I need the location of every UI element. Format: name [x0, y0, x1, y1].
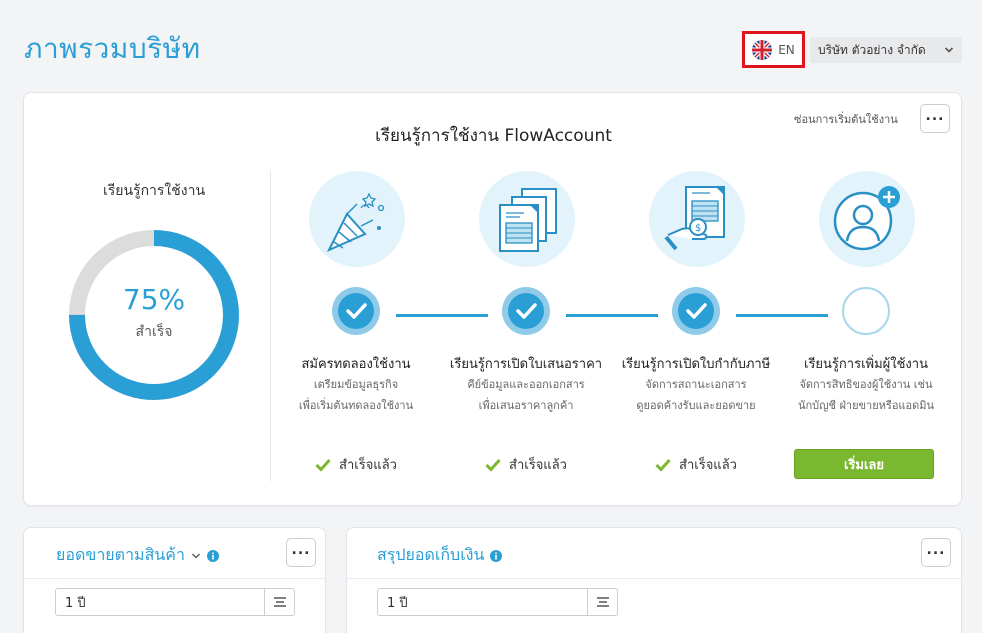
- range-select[interactable]: 1 ปี: [377, 588, 618, 616]
- collection-more-button[interactable]: ...: [921, 538, 951, 567]
- step-title: สมัครทดลองใช้งาน: [301, 357, 411, 372]
- range-select[interactable]: 1 ปี: [55, 588, 295, 616]
- documents-icon: [479, 171, 575, 267]
- step-description: เตรียมข้อมูลธุรกิจ เพื่อเริ่มต้นทดลองใช้ง…: [298, 378, 414, 412]
- step-connector: [736, 314, 828, 317]
- more-icon: ...: [291, 541, 311, 558]
- progress-sub-label: สำเร็จ: [135, 324, 173, 340]
- step-pending-icon: [842, 287, 890, 335]
- step-status: สำเร็จแล้ว: [611, 454, 781, 475]
- step-connector: [566, 314, 658, 317]
- step-complete-icon: [502, 287, 550, 335]
- divider: [24, 578, 325, 579]
- step-status: สำเร็จแล้ว: [441, 454, 611, 475]
- onboarding-card: ซ่อนการเริ่มต้นใช้งาน ... เรียนรู้การใช้…: [23, 92, 962, 506]
- page-title: ภาพรวมบริษัท: [24, 32, 201, 65]
- step-description: คีย์ข้อมูลและออกเอกสาร เพื่อเสนอราคาลูกค้…: [467, 378, 585, 412]
- onboarding-title: เรียนรู้การใช้งาน FlowAccount: [375, 126, 612, 146]
- step-title: เรียนรู้การเพิ่มผู้ใช้งาน: [804, 357, 928, 372]
- progress-heading: เรียนรู้การใช้งาน: [102, 183, 206, 199]
- divider: [270, 171, 271, 481]
- progress-percent: 75%: [122, 283, 186, 316]
- step-title: เรียนรู้การเปิดใบกำกับภาษี: [621, 357, 771, 372]
- info-icon[interactable]: [490, 549, 503, 562]
- step-title: เรียนรู้การเปิดใบเสนอราคา: [449, 357, 603, 372]
- language-switch-button[interactable]: EN: [742, 31, 805, 68]
- language-label: EN: [778, 42, 795, 57]
- sales-by-product-card: ยอดขายตามสินค้า ... 1 ปี: [23, 527, 326, 633]
- company-select[interactable]: บริษัท ตัวอย่าง จำกัด: [810, 37, 962, 63]
- check-icon: [315, 458, 331, 472]
- step-complete-icon: [672, 287, 720, 335]
- sales-more-button[interactable]: ...: [286, 538, 316, 567]
- menu-icon: [587, 589, 617, 615]
- step-complete-icon: [332, 287, 380, 335]
- uk-flag-icon: [752, 39, 773, 60]
- add-user-icon: [819, 171, 915, 267]
- collection-summary-title: สรุปยอดเก็บเงิน: [377, 543, 503, 568]
- check-icon: [655, 458, 671, 472]
- start-button[interactable]: เริ่มเลย: [794, 449, 934, 479]
- range-value: 1 ปี: [65, 595, 86, 611]
- info-icon[interactable]: [206, 549, 219, 562]
- company-name: บริษัท ตัวอย่าง จำกัด: [818, 42, 926, 57]
- more-icon: ...: [926, 541, 946, 558]
- check-icon: [485, 458, 501, 472]
- chevron-down-icon: [944, 47, 954, 53]
- step-description: จัดการสิทธิของผู้ใช้งาน เช่น นักบัญชี ฝ่า…: [797, 378, 935, 412]
- range-value: 1 ปี: [387, 595, 408, 611]
- chevron-down-icon: [191, 553, 200, 558]
- party-popper-icon: [309, 171, 405, 267]
- step-connector: [396, 314, 488, 317]
- divider: [347, 578, 961, 579]
- more-icon: ...: [925, 107, 945, 124]
- menu-icon: [264, 589, 294, 615]
- invoice-payment-icon: $: [649, 171, 745, 267]
- svg-text:$: $: [695, 223, 701, 234]
- sales-by-product-title[interactable]: ยอดขายตามสินค้า: [56, 543, 219, 568]
- step-description: จัดการสถานะเอกสาร ดูยอดค้างรับและยอดขาย: [636, 378, 756, 412]
- step-status: สำเร็จแล้ว: [271, 454, 441, 475]
- collection-summary-card: สรุปยอดเก็บเงิน ... 1 ปี: [346, 527, 962, 633]
